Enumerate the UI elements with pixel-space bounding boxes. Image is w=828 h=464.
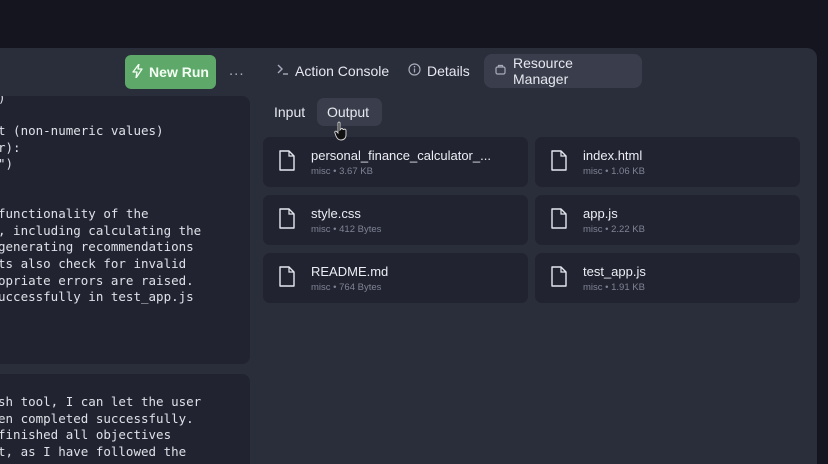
file-icon (551, 150, 567, 171)
chat-message-agent-final: sh tool, I can let the user en completed… (0, 374, 250, 464)
file-name: style.css (311, 206, 361, 221)
hand-cursor-icon (334, 121, 347, 141)
tab-resource-manager[interactable]: Resource Manager (484, 54, 642, 88)
console-icon (276, 63, 289, 79)
tab-details-label: Details (427, 63, 470, 79)
file-card[interactable]: style.css misc • 412 Bytes (263, 195, 528, 245)
lightning-icon (132, 62, 143, 81)
file-icon (279, 208, 295, 229)
file-card[interactable]: index.html misc • 1.06 KB (535, 137, 800, 187)
file-meta: misc • 3.67 KB (311, 166, 373, 177)
subtab-output[interactable]: Output (317, 98, 382, 126)
tab-action-console[interactable]: Action Console (266, 54, 399, 88)
file-meta: misc • 1.06 KB (583, 166, 645, 177)
file-card[interactable]: README.md misc • 764 Bytes (263, 253, 528, 303)
file-card[interactable]: app.js misc • 2.22 KB (535, 195, 800, 245)
tab-details[interactable]: Details (398, 54, 480, 88)
file-name: test_app.js (583, 264, 646, 279)
file-icon (279, 150, 295, 171)
message-text: ) t (non-numeric values) r): ") function… (0, 96, 202, 305)
chat-message-agent: ) t (non-numeric values) r): ") function… (0, 96, 250, 364)
file-name: README.md (311, 264, 389, 279)
file-card[interactable]: personal_finance_calculator_... misc • 3… (263, 137, 528, 187)
file-meta: misc • 2.22 KB (583, 224, 645, 235)
file-meta: misc • 764 Bytes (311, 282, 382, 293)
more-options-button[interactable]: ... (229, 62, 245, 79)
file-name: index.html (583, 148, 643, 163)
file-meta: misc • 412 Bytes (311, 224, 382, 235)
tab-resource-manager-label: Resource Manager (513, 55, 573, 87)
new-run-button[interactable]: New Run (125, 55, 216, 89)
file-meta: misc • 1.91 KB (583, 282, 645, 293)
message-text: sh tool, I can let the user en completed… (0, 394, 202, 459)
package-icon (494, 63, 507, 79)
file-card[interactable]: test_app.js misc • 1.91 KB (535, 253, 800, 303)
new-run-label: New Run (149, 64, 209, 80)
subtab-input[interactable]: Input (264, 98, 315, 126)
file-icon (551, 266, 567, 287)
info-icon (408, 63, 421, 79)
file-name: personal_finance_calculator_... (311, 148, 491, 163)
tab-action-console-label: Action Console (295, 63, 390, 79)
file-icon (279, 266, 295, 287)
file-name: app.js (583, 206, 618, 221)
file-icon (551, 208, 567, 229)
